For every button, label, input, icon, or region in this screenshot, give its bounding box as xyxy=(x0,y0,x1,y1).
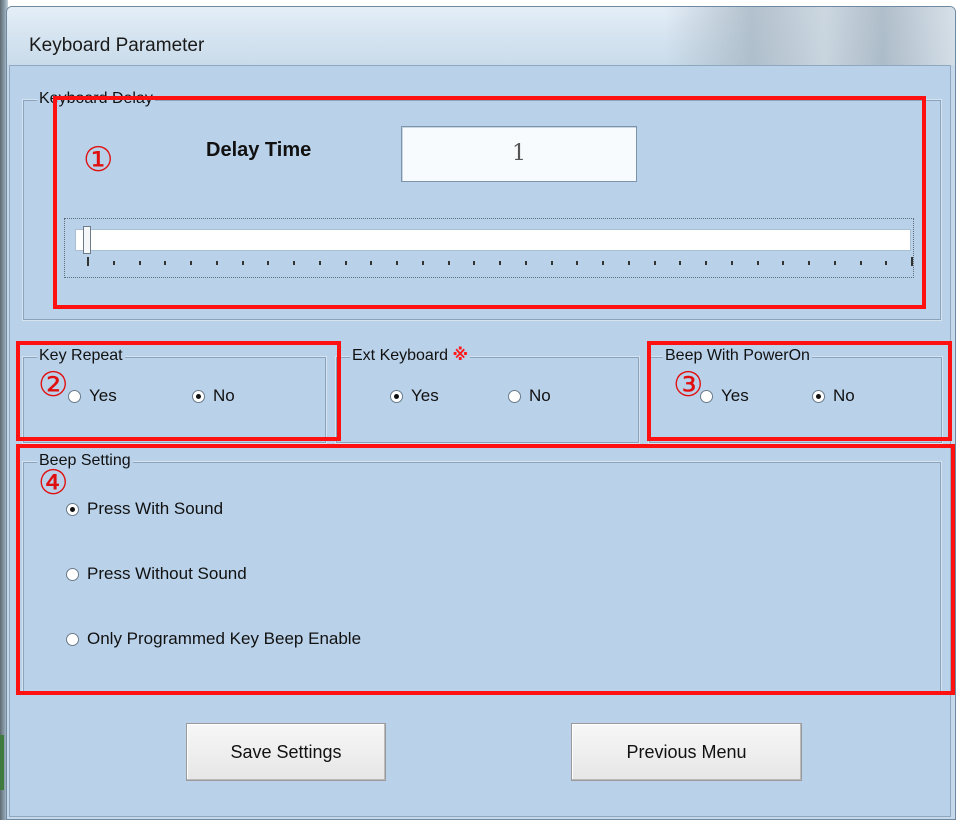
beep-option-2-dot xyxy=(66,567,79,581)
slider-tick xyxy=(396,261,398,265)
ext-keyboard-no-radio[interactable]: No xyxy=(508,386,551,406)
title-bar[interactable]: Keyboard Parameter xyxy=(7,7,955,65)
slider-tick xyxy=(267,261,270,265)
slider-tick xyxy=(344,261,347,265)
beep-option-1-label: Press With Sound xyxy=(87,499,224,518)
beep-option-3-dot xyxy=(66,632,79,646)
window-title: Keyboard Parameter xyxy=(29,35,205,56)
slider-tick xyxy=(576,261,579,265)
slider-tick xyxy=(293,261,295,265)
slider-tick xyxy=(679,261,682,265)
slider-tick xyxy=(138,261,141,265)
annotation-number-1: ① xyxy=(83,140,114,180)
beep-option-1-dot xyxy=(66,502,79,516)
delay-slider-thumb[interactable] xyxy=(83,226,91,254)
slider-tick xyxy=(859,261,862,265)
key-repeat-yes-dot xyxy=(68,389,81,403)
slider-tick xyxy=(215,261,218,265)
keyboard-parameter-window: Keyboard Parameter Keyboard Delay Delay … xyxy=(6,6,956,820)
reference-mark-icon: ※ xyxy=(452,347,469,364)
slider-tick xyxy=(318,261,321,265)
slider-tick xyxy=(473,261,476,265)
key-repeat-yes-radio[interactable]: Yes xyxy=(68,386,117,406)
slider-tick xyxy=(499,261,501,265)
delay-slider-track xyxy=(75,229,911,251)
slider-tick xyxy=(164,261,167,265)
beep-option-only-programmed[interactable]: Only Programmed Key Beep Enable xyxy=(66,629,361,649)
slider-tick xyxy=(808,261,810,265)
beep-option-press-without-sound[interactable]: Press Without Sound xyxy=(66,564,247,584)
title-bar-blurred-controls xyxy=(665,7,955,65)
slider-tick xyxy=(550,261,553,265)
ext-keyboard-legend-text: Ext Keyboard xyxy=(352,347,449,364)
slider-tick xyxy=(447,261,450,265)
ext-keyboard-group: Ext Keyboard ※ xyxy=(335,347,640,444)
key-repeat-yes-label: Yes xyxy=(89,386,117,405)
ext-keyboard-yes-radio[interactable]: Yes xyxy=(390,386,439,406)
slider-tick xyxy=(524,261,527,265)
delay-slider[interactable] xyxy=(64,218,914,278)
ext-keyboard-legend: Ext Keyboard ※ xyxy=(350,347,471,365)
slider-tick xyxy=(833,261,836,265)
delay-time-label: Delay Time xyxy=(206,139,312,161)
slider-tick xyxy=(241,261,244,265)
previous-menu-button[interactable]: Previous Menu xyxy=(571,723,802,781)
slider-tick xyxy=(421,261,424,265)
annotation-number-2: ② xyxy=(38,365,69,405)
slider-tick xyxy=(885,261,888,265)
save-settings-button[interactable]: Save Settings xyxy=(186,723,386,781)
slider-tick xyxy=(370,261,373,265)
slider-tick xyxy=(190,261,192,265)
delay-time-field[interactable]: 1 xyxy=(401,126,637,182)
ext-keyboard-no-label: No xyxy=(529,386,551,405)
beep-poweron-no-label: No xyxy=(833,386,855,405)
beep-poweron-no-radio[interactable]: No xyxy=(812,386,855,406)
key-repeat-no-radio[interactable]: No xyxy=(192,386,235,406)
key-repeat-legend: Key Repeat xyxy=(37,347,125,365)
beep-poweron-yes-label: Yes xyxy=(721,386,749,405)
slider-tick xyxy=(653,261,656,265)
slider-tick xyxy=(911,257,913,266)
ext-keyboard-yes-dot xyxy=(390,389,403,403)
client-area: Keyboard Delay Delay Time 1 Key Repeat Y… xyxy=(9,65,955,817)
slider-tick xyxy=(756,261,759,265)
key-repeat-no-dot xyxy=(192,389,205,403)
key-repeat-no-label: No xyxy=(213,386,235,405)
beep-option-press-with-sound[interactable]: Press With Sound xyxy=(66,499,223,519)
beep-poweron-yes-radio[interactable]: Yes xyxy=(700,386,749,406)
slider-tick xyxy=(705,261,707,265)
beep-poweron-no-dot xyxy=(812,389,825,403)
slider-tick xyxy=(87,257,89,266)
annotation-number-3: ③ xyxy=(673,365,704,405)
ext-keyboard-no-dot xyxy=(508,389,521,403)
slider-tick xyxy=(627,261,630,265)
slider-tick xyxy=(730,261,733,265)
beep-poweron-legend: Beep With PowerOn xyxy=(663,347,812,365)
ext-keyboard-yes-label: Yes xyxy=(411,386,439,405)
beep-option-3-label: Only Programmed Key Beep Enable xyxy=(87,629,362,648)
keyboard-delay-legend: Keyboard Delay xyxy=(37,90,155,108)
slider-tick xyxy=(112,261,115,265)
slider-tick xyxy=(782,261,785,265)
annotation-number-4: ④ xyxy=(38,463,69,503)
beep-option-2-label: Press Without Sound xyxy=(87,564,247,583)
slider-tick xyxy=(602,261,604,265)
